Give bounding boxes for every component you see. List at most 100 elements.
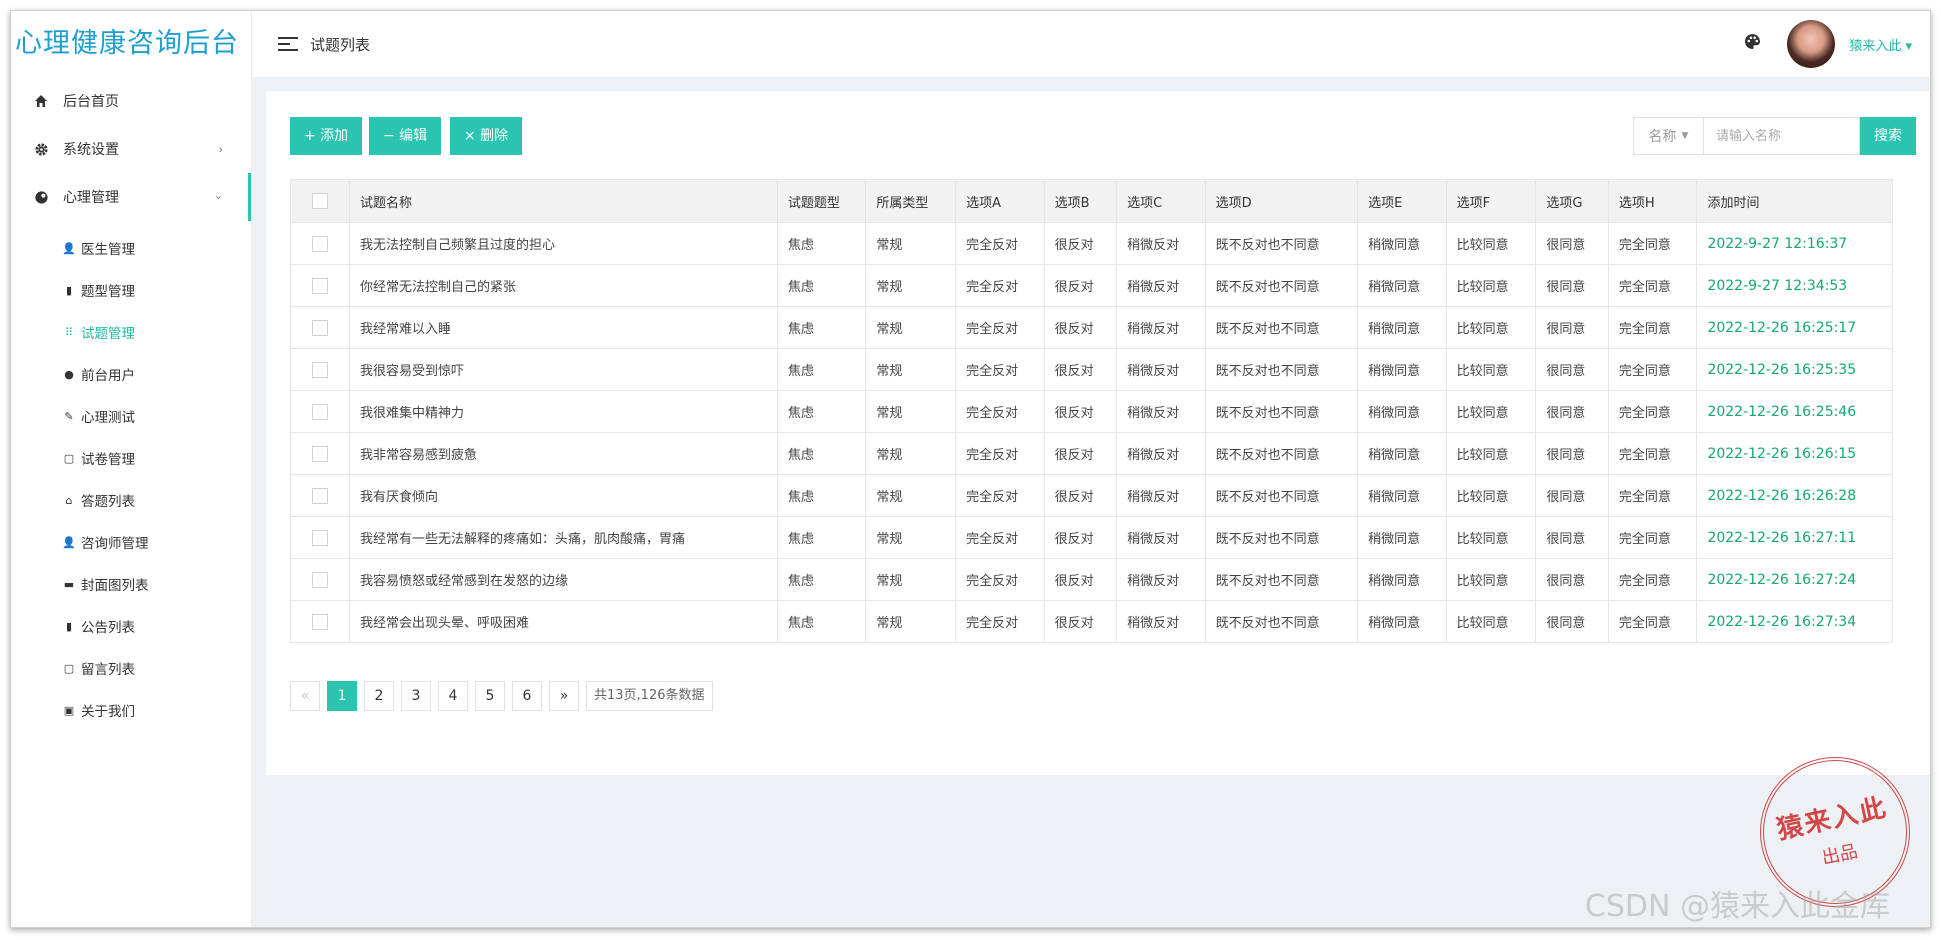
table-cell: 完全同意	[1607, 348, 1698, 391]
table-cell: 完全同意	[1607, 390, 1698, 433]
book-icon: ▮	[65, 283, 73, 297]
sidebar-item-home[interactable]: 后台首页	[11, 77, 251, 125]
seal-line2: 出品	[1819, 840, 1860, 869]
row-checkbox[interactable]	[312, 277, 328, 294]
user-menu[interactable]: 猿来入此 ▾	[1849, 35, 1912, 54]
sidebar-item-messages[interactable]: ▢ 留言列表	[11, 647, 251, 689]
edit-button[interactable]: − 编辑	[369, 117, 442, 155]
column-header: 选项D	[1204, 179, 1359, 223]
table-cell: 常规	[865, 516, 957, 559]
row-select-cell	[290, 474, 350, 517]
table-cell: 很反对	[1043, 516, 1118, 559]
table-header-row: 试题名称 试题题型 所属类型 选项A 选项B 选项C 选项D 选项E 选项F 选…	[290, 179, 1893, 223]
table-cell: 焦虑	[776, 432, 867, 475]
table-cell: 稍微反对	[1116, 600, 1206, 643]
row-checkbox[interactable]	[312, 319, 328, 336]
table-cell: 稍微同意	[1357, 306, 1447, 349]
table-row[interactable]: 我有厌食倾向 焦虑 常规 完全反对 很反对 稍微反对 既不反对也不同意 稍微同意 比较同意 很同意…	[290, 474, 1893, 517]
sidebar-item-psych-tests[interactable]: ✎ 心理测试	[11, 395, 251, 437]
search-button[interactable]: 搜索	[1860, 117, 1916, 155]
sidebar-item-papers[interactable]: ▢ 试卷管理	[11, 437, 251, 479]
table-cell: 稍微反对	[1116, 474, 1206, 517]
search-field-select[interactable]: 名称 ▼	[1633, 117, 1703, 155]
sidebar-item-notices[interactable]: ▮ 公告列表	[11, 605, 251, 647]
app-logo[interactable]: 心理健康咨询后台	[11, 11, 251, 77]
table-row[interactable]: 我经常有一些无法解释的疼痛如：头痛，肌肉酸痛，胃痛 焦虑 常规 完全反对 很反对 稍微反对…	[290, 516, 1893, 559]
row-checkbox[interactable]	[312, 529, 328, 546]
select-all-checkbox[interactable]	[312, 193, 328, 209]
table-cell: 既不反对也不同意	[1204, 516, 1359, 559]
sidebar-item-about[interactable]: ▣ 关于我们	[11, 689, 251, 731]
avatar[interactable]	[1787, 20, 1836, 68]
next-page-button[interactable]: »	[549, 681, 579, 711]
sidebar-item-system-settings[interactable]: 系统设置 ›	[11, 125, 251, 173]
table-cell: 常规	[865, 600, 957, 643]
table-cell: 完全反对	[955, 348, 1045, 391]
table-cell: 既不反对也不同意	[1204, 390, 1359, 433]
row-checkbox[interactable]	[312, 613, 328, 630]
table-cell: 焦虑	[776, 474, 867, 517]
row-checkbox[interactable]	[312, 403, 328, 420]
page-button[interactable]: 6	[512, 681, 542, 711]
table-row[interactable]: 我容易愤怒或经常感到在发怒的边缘 焦虑 常规 完全反对 很反对 稍微反对 既不反对也不同意稍…	[290, 558, 1893, 601]
sidebar-item-front-users[interactable]: ● 前台用户	[11, 353, 251, 395]
sidebar-item-psychology-management[interactable]: 心理管理 ‹	[11, 173, 251, 221]
table-cell: 2022-9-27 12:34:53	[1696, 264, 1893, 307]
sidebar-item-label: 咨询师管理	[81, 536, 149, 552]
table-row[interactable]: 我非常容易感到疲惫 焦虑 常规 完全反对 很反对 稍微反对 既不反对也不同意 稍微同意 比较同意…	[290, 432, 1893, 475]
home-icon	[33, 93, 49, 109]
table-cell: 2022-12-26 16:27:24	[1696, 558, 1893, 601]
tent-icon: ⌂	[65, 493, 73, 507]
table-cell: 完全同意	[1607, 474, 1698, 517]
page-button[interactable]: 3	[401, 681, 431, 711]
row-checkbox[interactable]	[312, 571, 328, 588]
sidebar-item-label: 答题列表	[81, 494, 135, 510]
palette-icon[interactable]	[1744, 33, 1761, 55]
add-button[interactable]: + 添加	[290, 117, 363, 155]
page-button[interactable]: 4	[438, 681, 468, 711]
menu-toggle-icon[interactable]	[278, 37, 298, 51]
table-cell: 很同意	[1535, 558, 1609, 601]
pagination: « 1 2 3 4 5 6 » 共13页,126条数据	[290, 681, 713, 711]
table-row[interactable]: 我经常难以入睡 焦虑 常规 完全反对 很反对 稍微反对 既不反对也不同意 稍微同意 比较同意 很同…	[290, 306, 1893, 349]
row-checkbox[interactable]	[312, 235, 328, 252]
table-cell: 你经常无法控制自己的紧张	[349, 264, 778, 307]
sidebar-item-questions[interactable]: ⠿ 试题管理	[11, 311, 251, 353]
search-input[interactable]	[1703, 117, 1860, 155]
sidebar-item-label: 关于我们	[81, 704, 135, 720]
page-button[interactable]: 5	[475, 681, 505, 711]
table-row[interactable]: 我经常会出现头晕、呼吸困难 焦虑 常规 完全反对 很反对 稍微反对 既不反对也不同意 稍微同意…	[290, 600, 1893, 643]
table-row[interactable]: 我很难集中精神力 焦虑 常规 完全反对 很反对 稍微反对 既不反对也不同意 稍微同意 比较同意很…	[290, 390, 1893, 433]
table-row[interactable]: 我很容易受到惊吓 焦虑 常规 完全反对 很反对 稍微反对 既不反对也不同意 稍微同意 比较同意很…	[290, 348, 1893, 391]
prev-page-button[interactable]: «	[290, 681, 320, 711]
table-cell: 我很难集中精神力	[349, 390, 778, 433]
table-cell: 焦虑	[776, 516, 867, 559]
table-row[interactable]: 我无法控制自己频繁且过度的担心 焦虑 常规 完全反对 很反对 稍微反对 既不反对也不同意 稍微…	[290, 222, 1893, 265]
table-cell: 完全反对	[955, 516, 1045, 559]
table-cell: 我经常会出现头晕、呼吸困难	[349, 600, 778, 643]
table-row[interactable]: 你经常无法控制自己的紧张 焦虑 常规 完全反对 很反对 稍微反对 既不反对也不同意 稍微同意比…	[290, 264, 1893, 307]
page-button[interactable]: 1	[327, 681, 357, 711]
table-cell: 比较同意	[1445, 264, 1537, 307]
table-cell: 既不反对也不同意	[1204, 558, 1359, 601]
page-button[interactable]: 2	[364, 681, 394, 711]
table-cell: 完全反对	[955, 306, 1045, 349]
table-cell: 完全同意	[1607, 600, 1698, 643]
sidebar-item-label: 后台首页	[63, 94, 119, 110]
delete-button[interactable]: × 删除	[450, 117, 523, 155]
row-checkbox[interactable]	[312, 361, 328, 378]
sidebar-item-doctors[interactable]: 👤 医生管理	[11, 227, 251, 269]
sidebar-item-counselors[interactable]: 👤 咨询师管理	[11, 521, 251, 563]
sidebar-item-label: 心理管理	[63, 190, 119, 206]
sidebar-item-covers[interactable]: ▬ 封面图列表	[11, 563, 251, 605]
table-cell: 比较同意	[1445, 432, 1537, 475]
row-checkbox[interactable]	[312, 487, 328, 504]
table-cell: 很反对	[1043, 306, 1118, 349]
caret-down-icon: ▼	[1681, 131, 1689, 141]
sidebar-item-question-types[interactable]: ▮ 题型管理	[11, 269, 251, 311]
row-checkbox[interactable]	[312, 445, 328, 462]
sidebar-item-answers[interactable]: ⌂ 答题列表	[11, 479, 251, 521]
table-cell: 既不反对也不同意	[1204, 432, 1359, 475]
table-cell: 完全同意	[1607, 222, 1698, 265]
table-cell: 比较同意	[1445, 390, 1537, 433]
